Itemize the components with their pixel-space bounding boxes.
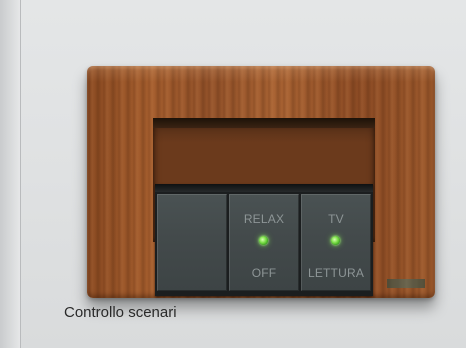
left-gray-bar — [0, 0, 20, 348]
led-indicator-icon — [259, 236, 268, 245]
blank-key — [157, 194, 227, 291]
figure-caption: Controllo scenari — [64, 304, 177, 321]
brand-logo-mark — [387, 279, 425, 288]
product-photo: RELAX OFF TV LETTURA — [21, 0, 466, 348]
led-indicator-icon — [331, 236, 340, 245]
tv-lettura-key: TV LETTURA — [301, 194, 371, 291]
module-top-edge — [155, 184, 373, 192]
off-label: OFF — [251, 266, 277, 280]
switch-module: RELAX OFF TV LETTURA — [155, 184, 373, 296]
lettura-label: LETTURA — [307, 266, 365, 280]
relax-label: RELAX — [243, 212, 285, 226]
relax-off-key: RELAX OFF — [229, 194, 299, 291]
wooden-cover-plate: RELAX OFF TV LETTURA — [87, 66, 435, 298]
plate-highlight — [87, 66, 435, 82]
tv-label: TV — [328, 212, 344, 226]
figure-frame: RELAX OFF TV LETTURA Controllo scenari — [0, 0, 466, 348]
recess-shadow — [153, 118, 375, 128]
